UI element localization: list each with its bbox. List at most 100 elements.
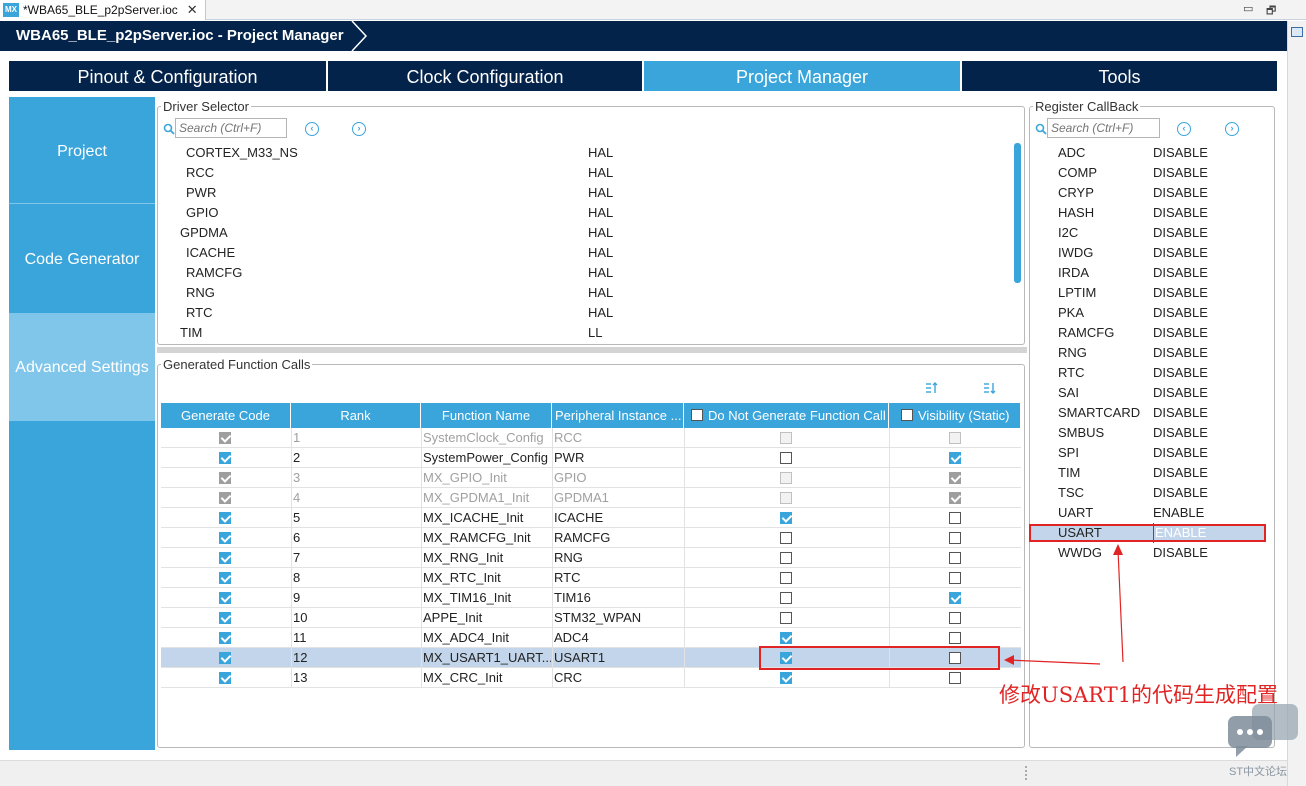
driver-type[interactable]: HAL bbox=[588, 263, 613, 283]
callback-value[interactable]: DISABLE bbox=[1153, 143, 1208, 163]
callback-value[interactable]: DISABLE bbox=[1153, 243, 1208, 263]
callback-value[interactable]: DISABLE bbox=[1153, 343, 1208, 363]
generate-code-checkbox[interactable] bbox=[219, 572, 231, 584]
maximize-icon[interactable]: 🗗 bbox=[1266, 2, 1276, 21]
generate-code-checkbox[interactable] bbox=[219, 452, 231, 464]
splitter[interactable] bbox=[157, 347, 1027, 353]
nav-code-generator[interactable]: Code Generator bbox=[9, 204, 155, 312]
breadcrumb-title[interactable]: WBA65_BLE_p2pServer.ioc - Project Manage… bbox=[0, 21, 352, 51]
tab-tools[interactable]: Tools bbox=[962, 61, 1277, 91]
driver-search-input[interactable] bbox=[175, 118, 287, 138]
do-not-generate-checkbox[interactable] bbox=[780, 532, 792, 544]
generate-code-checkbox[interactable] bbox=[219, 632, 231, 644]
previous-match-icon[interactable]: ‹ bbox=[1177, 122, 1191, 136]
driver-type[interactable]: HAL bbox=[588, 283, 613, 303]
visibility-static-checkbox[interactable] bbox=[949, 672, 961, 684]
driver-type[interactable]: HAL bbox=[588, 243, 613, 263]
do-not-generate-checkbox[interactable] bbox=[780, 632, 792, 644]
tab-project-manager[interactable]: Project Manager bbox=[644, 61, 960, 91]
annotation-box-usart bbox=[1029, 524, 1266, 542]
generate-code-checkbox[interactable] bbox=[219, 552, 231, 564]
do-not-generate-checkbox[interactable] bbox=[780, 592, 792, 604]
visibility-all-checkbox[interactable] bbox=[901, 409, 913, 421]
move-up-icon[interactable] bbox=[924, 381, 938, 395]
do-not-generate-checkbox[interactable] bbox=[780, 612, 792, 624]
generate-code-checkbox[interactable] bbox=[219, 532, 231, 544]
do-not-generate-checkbox[interactable] bbox=[780, 552, 792, 564]
driver-type[interactable]: HAL bbox=[588, 163, 613, 183]
callback-value[interactable]: DISABLE bbox=[1153, 183, 1208, 203]
nav-advanced-settings[interactable]: Advanced Settings bbox=[9, 313, 155, 421]
callback-value[interactable]: DISABLE bbox=[1153, 483, 1208, 503]
generate-code-checkbox[interactable] bbox=[219, 512, 231, 524]
callback-value[interactable]: DISABLE bbox=[1153, 543, 1208, 563]
callback-value[interactable]: DISABLE bbox=[1153, 383, 1208, 403]
driver-type[interactable]: HAL bbox=[588, 203, 613, 223]
driver-type[interactable]: HAL bbox=[588, 183, 613, 203]
driver-type[interactable]: HAL bbox=[588, 143, 613, 163]
col-generate-code[interactable]: Generate Code bbox=[161, 403, 291, 428]
callback-value[interactable]: DISABLE bbox=[1153, 423, 1208, 443]
do-not-generate-checkbox[interactable] bbox=[780, 512, 792, 524]
callback-peripheral: WWDG bbox=[1058, 545, 1103, 560]
minimize-icon[interactable]: ▭ bbox=[1243, 2, 1253, 15]
generate-code-checkbox[interactable] bbox=[219, 672, 231, 684]
move-down-icon[interactable] bbox=[982, 381, 996, 395]
callback-value[interactable]: DISABLE bbox=[1153, 443, 1208, 463]
visibility-static-checkbox[interactable] bbox=[949, 592, 961, 604]
generate-code-checkbox[interactable] bbox=[219, 652, 231, 664]
callback-value[interactable]: DISABLE bbox=[1153, 283, 1208, 303]
callback-value[interactable]: DISABLE bbox=[1153, 223, 1208, 243]
rank-cell: 2 bbox=[293, 450, 301, 465]
outline-view-icon[interactable] bbox=[1291, 27, 1303, 37]
peripheral-instance-cell: CRC bbox=[554, 670, 583, 685]
do-not-generate-checkbox[interactable] bbox=[780, 572, 792, 584]
callback-value[interactable]: DISABLE bbox=[1153, 303, 1208, 323]
function-name-cell: MX_RTC_Init bbox=[423, 570, 501, 585]
col-do-not-generate[interactable]: Do Not Generate Function Call bbox=[684, 403, 889, 428]
visibility-static-checkbox[interactable] bbox=[949, 612, 961, 624]
visibility-static-checkbox[interactable] bbox=[949, 452, 961, 464]
close-tab-icon[interactable]: ✕ bbox=[187, 2, 198, 18]
generate-code-checkbox[interactable] bbox=[219, 612, 231, 624]
col-function-name[interactable]: Function Name bbox=[421, 403, 552, 428]
driver-name: RCC bbox=[186, 165, 215, 180]
do-not-generate-checkbox bbox=[780, 472, 792, 484]
visibility-static-checkbox[interactable] bbox=[949, 512, 961, 524]
callback-value[interactable]: DISABLE bbox=[1153, 403, 1208, 423]
nav-project[interactable]: Project bbox=[9, 97, 155, 203]
callback-value[interactable]: DISABLE bbox=[1153, 323, 1208, 343]
callback-peripheral: SPI bbox=[1058, 445, 1079, 460]
callback-value[interactable]: DISABLE bbox=[1153, 203, 1208, 223]
generate-code-checkbox bbox=[219, 472, 231, 484]
driver-type[interactable]: LL bbox=[588, 323, 602, 343]
callback-value[interactable]: DISABLE bbox=[1153, 263, 1208, 283]
callback-value[interactable]: DISABLE bbox=[1153, 463, 1208, 483]
visibility-static-checkbox[interactable] bbox=[949, 572, 961, 584]
editor-tab[interactable]: MX *WBA65_BLE_p2pServer.ioc ✕ bbox=[0, 0, 206, 20]
tab-clock-configuration[interactable]: Clock Configuration bbox=[328, 61, 642, 91]
visibility-static-checkbox[interactable] bbox=[949, 632, 961, 644]
generate-code-checkbox[interactable] bbox=[219, 592, 231, 604]
visibility-static-checkbox[interactable] bbox=[949, 552, 961, 564]
col-peripheral-instance[interactable]: Peripheral Instance ... bbox=[552, 403, 684, 428]
function-name-cell: MX_GPIO_Init bbox=[423, 470, 507, 485]
driver-type[interactable]: HAL bbox=[588, 303, 613, 323]
do-not-generate-checkbox[interactable] bbox=[780, 672, 792, 684]
col-rank[interactable]: Rank bbox=[291, 403, 421, 428]
tab-pinout-configuration[interactable]: Pinout & Configuration bbox=[9, 61, 326, 91]
callback-search-input[interactable] bbox=[1047, 118, 1160, 138]
visibility-static-checkbox[interactable] bbox=[949, 532, 961, 544]
peripheral-instance-cell: TIM16 bbox=[554, 590, 591, 605]
next-match-icon[interactable]: › bbox=[352, 122, 366, 136]
driver-scrollbar[interactable] bbox=[1014, 143, 1021, 283]
next-match-icon[interactable]: › bbox=[1225, 122, 1239, 136]
callback-value[interactable]: DISABLE bbox=[1153, 163, 1208, 183]
callback-value[interactable]: ENABLE bbox=[1153, 503, 1204, 523]
driver-type[interactable]: HAL bbox=[588, 223, 613, 243]
previous-match-icon[interactable]: ‹ bbox=[305, 122, 319, 136]
callback-value[interactable]: DISABLE bbox=[1153, 363, 1208, 383]
status-bar-handle[interactable] bbox=[1025, 766, 1027, 780]
do-not-generate-all-checkbox[interactable] bbox=[691, 409, 703, 421]
do-not-generate-checkbox[interactable] bbox=[780, 452, 792, 464]
